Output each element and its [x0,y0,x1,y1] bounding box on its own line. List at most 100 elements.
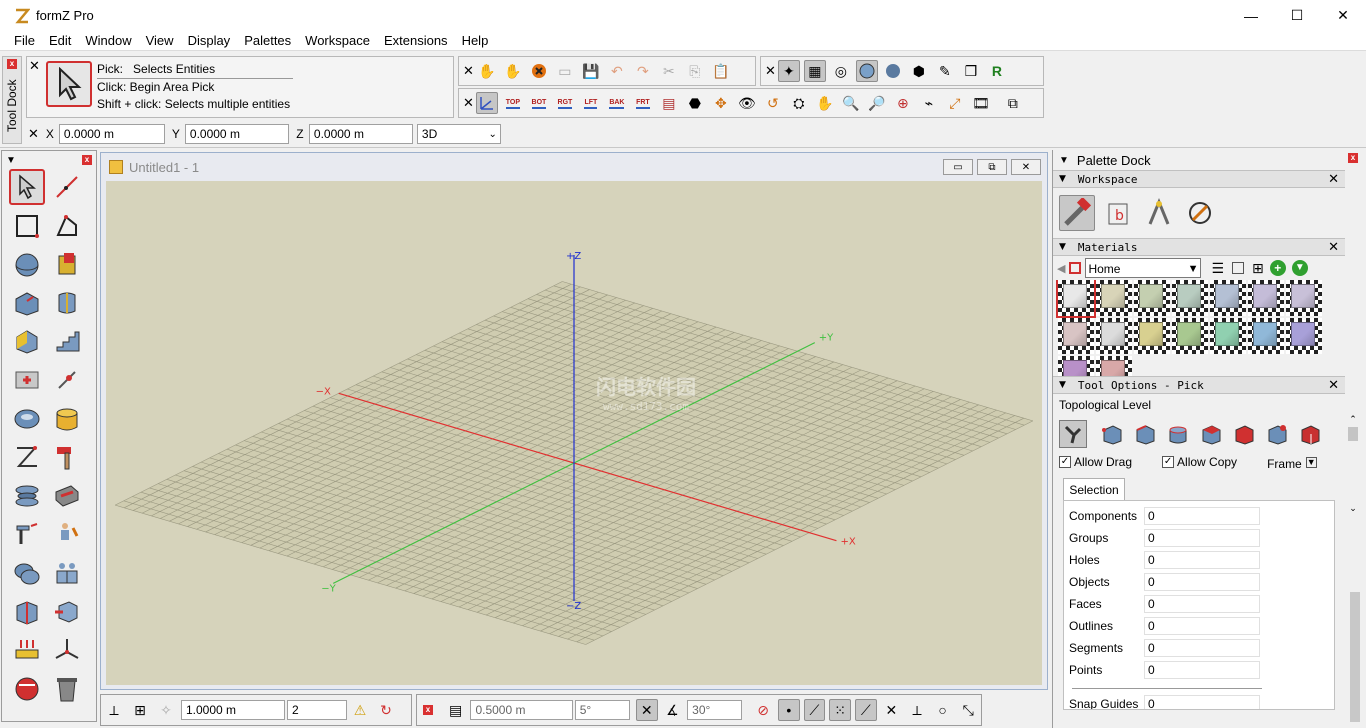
snap-tangent-icon[interactable]: ○ [932,699,954,721]
scroll-thumb[interactable] [1350,592,1360,722]
material-swatch[interactable] [1096,280,1132,316]
grid-view-icon[interactable]: ⊞ [1252,260,1264,277]
snap-extend-icon[interactable]: ⤡ [957,699,979,721]
axes-icon[interactable] [49,632,85,668]
walk-icon[interactable]: ↺ [762,92,784,114]
perspective-grid-icon[interactable]: ▤ [658,92,680,114]
materials-section-header[interactable]: ▼ Materials ✕ [1053,238,1345,256]
snap-grid-toggle-icon[interactable]: ▤ [445,699,467,721]
add-material-icon[interactable]: + [1269,260,1286,276]
material-color-icon[interactable] [1069,262,1082,274]
menu-help[interactable]: Help [455,31,496,51]
sparkle-icon[interactable] [49,362,85,398]
topo-component-icon[interactable] [1296,420,1324,448]
workspace-close-icon[interactable]: ✕ [1328,172,1339,187]
blob-icon[interactable] [9,555,45,591]
material-options-icon[interactable]: ▼ [1291,260,1308,276]
scroll-thumb[interactable] [1348,427,1358,441]
pick-tool-icon[interactable] [46,61,92,107]
cut-icon[interactable]: ✂ [658,60,680,82]
view-object-icon[interactable]: ⬣ [684,92,706,114]
material-swatch[interactable] [1058,318,1094,354]
frame-dropdown-icon[interactable]: ▼ [1305,456,1317,468]
redo-icon[interactable]: ↷ [632,60,654,82]
material-swatch[interactable] [1134,318,1170,354]
sphere-icon[interactable] [9,246,45,282]
pick-arrow-icon[interactable] [9,169,45,205]
material-swatch[interactable] [1210,318,1246,354]
extrude-icon[interactable] [49,246,85,282]
menu-display[interactable]: Display [181,31,238,51]
rotate-grid-icon[interactable]: ↻ [375,699,397,721]
cancel-icon[interactable] [528,60,550,82]
grid-snap-icon[interactable]: ⟂ [103,699,125,721]
snap-grid-icon[interactable]: ✦ [777,60,800,82]
allow-drag-checkbox[interactable]: ✓ [1059,456,1071,468]
snap-line-icon[interactable]: ⟋ [854,699,877,721]
tool-dock-tab[interactable]: x Tool Dock [2,56,22,144]
new-file-icon[interactable]: ▭ [554,60,576,82]
grid-divisions-input[interactable]: 2 [287,700,347,720]
material-swatch[interactable] [1286,280,1322,316]
palette-collapse-icon[interactable]: ▼ [6,155,16,166]
materials-close-icon[interactable]: ✕ [1328,240,1339,255]
hammer-icon[interactable] [49,439,85,475]
sketch-pencil-icon[interactable]: ✎ [934,60,956,82]
screwdriver-icon[interactable] [9,516,45,552]
menu-window[interactable]: Window [78,31,138,51]
zigzag-icon[interactable] [9,439,45,475]
angle-icon[interactable]: ∡ [662,699,684,721]
terrain-plus-icon[interactable] [9,362,45,398]
material-folder-select[interactable]: Home ▼ [1085,258,1202,278]
wireframe-render-icon[interactable]: ◎ [830,60,852,82]
hand-copy-icon[interactable]: ✋ [502,60,524,82]
palette-close-icon[interactable]: x [82,155,92,165]
hand-cut-icon[interactable]: ✋ [476,60,498,82]
snap-perpendicular-icon[interactable]: ⟂ [906,699,928,721]
stair-icon[interactable] [49,323,85,359]
topo-group-icon[interactable] [1263,420,1291,448]
material-swatch[interactable] [1096,318,1132,354]
topo-automatic-icon[interactable] [1059,420,1087,448]
group-figures-icon[interactable] [49,555,85,591]
reference-plane-icon[interactable]: ▦ [803,60,826,82]
left-view-button[interactable]: LFT [580,92,602,114]
undo-icon[interactable]: ↶ [606,60,628,82]
realistic-render-icon[interactable] [882,60,904,82]
palette-dock-close-icon[interactable]: x [1348,153,1358,163]
box-arrow-icon[interactable] [49,594,85,630]
no-snap-icon[interactable]: ⊘ [752,699,774,721]
topo-segment-icon[interactable] [1131,420,1159,448]
angle-snap-icon[interactable]: ✕ [635,699,658,721]
cube-outline-icon[interactable]: ❒ [960,60,982,82]
rectangle-icon[interactable] [9,208,45,244]
derivative-icon[interactable] [9,285,45,321]
modeling-viewport[interactable]: +Z −Z +X −X +Y −Y 闪电软件园 www.sd173.com [106,181,1042,685]
allow-copy-checkbox[interactable]: ✓ [1162,456,1175,468]
view-settings-icon[interactable]: ⧉ [1002,92,1024,114]
minimize-button[interactable]: — [1228,0,1274,31]
snap-segment-icon[interactable]: ⟋ [803,699,826,721]
grid-disabled-icon[interactable]: ✧ [155,699,177,721]
view-toolbar-close-icon[interactable]: ✕ [463,95,474,111]
eye-icon[interactable]: 👁 [736,92,758,114]
menu-workspace[interactable]: Workspace [298,31,377,51]
tool-dock-close-icon[interactable]: x [7,59,17,69]
material-swatch[interactable] [1134,280,1170,316]
orbit-icon[interactable]: ✥ [710,92,732,114]
menu-palettes[interactable]: Palettes [237,31,298,51]
right-view-button[interactable]: RGT [554,92,576,114]
topo-outline-icon[interactable] [1164,420,1192,448]
split-box-icon[interactable] [9,594,45,630]
zoom-previous-icon[interactable]: ⌁ [918,92,940,114]
material-swatch[interactable] [1172,318,1208,354]
face-edit-icon[interactable] [9,323,45,359]
layered-disc-icon[interactable] [9,478,45,514]
snap-point-icon[interactable]: • [777,699,800,721]
palette-dock-collapse-icon[interactable]: ▼ [1059,155,1069,166]
top-view-button[interactable]: TOP [502,92,524,114]
snap-intersect-icon[interactable]: ✕ [881,699,903,721]
object-render-icon[interactable]: ⬢ [908,60,930,82]
snap-bar-close-icon[interactable]: x [423,705,433,715]
grid-window-icon[interactable]: ⊞ [129,699,151,721]
